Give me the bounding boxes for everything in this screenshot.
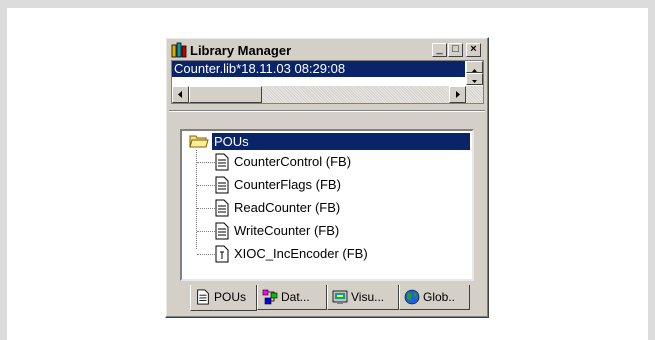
document-icon: [215, 222, 229, 240]
title-bar[interactable]: Library Manager _ □ ×: [169, 41, 485, 60]
tree-item-label: CounterControl (FB): [234, 154, 352, 169]
globe-icon: [404, 289, 420, 305]
object-tabs: POUs Dat... Visu... Glob..: [190, 285, 474, 311]
data-types-icon: [262, 289, 278, 305]
tree-item-counterflags[interactable]: CounterFlags (FB): [182, 174, 462, 196]
document-icon: [215, 176, 229, 194]
tree-connector: [197, 185, 215, 186]
tab-pous[interactable]: POUs: [190, 285, 257, 311]
tree-connector: [197, 231, 215, 232]
tree-item-label: WriteCounter (FB): [234, 223, 340, 238]
window-title: Library Manager: [190, 43, 292, 58]
tree-item-readcounter[interactable]: ReadCounter (FB): [182, 197, 462, 219]
maximize-button[interactable]: □: [448, 43, 463, 57]
tree-item-label: ReadCounter (FB): [234, 200, 341, 215]
library-list-hscroll[interactable]: [172, 86, 483, 103]
tab-label: Glob..: [423, 290, 456, 304]
tree-item-label: CounterFlags (FB): [234, 177, 341, 192]
document-icon: [215, 153, 229, 171]
tree-item-label: XIOC_IncEncoder (FB): [234, 246, 368, 261]
tab-label: Dat...: [281, 290, 310, 304]
tab-label: Visu...: [351, 290, 385, 304]
library-list-item-selected[interactable]: Counter.lib*18.11.03 08:29:08: [172, 61, 465, 77]
pou-tree[interactable]: POUs CounterControl (FB) CounterFlags (F…: [180, 129, 474, 281]
hscroll-thumb[interactable]: [189, 86, 262, 103]
document-icon: [215, 199, 229, 217]
tree-item-writecounter[interactable]: WriteCounter (FB): [182, 220, 462, 242]
close-button[interactable]: ×: [466, 43, 481, 57]
pane-splitter[interactable]: [169, 110, 485, 112]
tab-global-variables[interactable]: Glob..: [399, 285, 470, 310]
visualization-icon: [332, 290, 348, 304]
library-manager-window: Library Manager _ □ × Counter.lib*18.11.…: [165, 37, 489, 318]
tree-connector: [197, 208, 215, 209]
scroll-left-button[interactable]: [172, 86, 189, 103]
tree-connector: [197, 162, 215, 163]
tree-item-xioc-incencoder[interactable]: XIOC_IncEncoder (FB): [182, 243, 462, 265]
minimize-button[interactable]: _: [432, 43, 447, 57]
library-books-icon: [171, 42, 187, 58]
tree-item-countercontrol[interactable]: CounterControl (FB): [182, 151, 462, 173]
tree-connector: [197, 254, 215, 255]
document-icon: [197, 289, 209, 305]
tab-label: POUs: [214, 290, 247, 304]
library-list[interactable]: Counter.lib*18.11.03 08:29:08: [171, 60, 484, 104]
arrow-right-icon: [456, 91, 460, 98]
tab-visualizations[interactable]: Visu...: [327, 285, 399, 310]
scroll-right-button[interactable]: [449, 86, 466, 103]
scroll-down-button[interactable]: [466, 73, 483, 85]
tab-data-types[interactable]: Dat...: [257, 285, 327, 310]
tree-root-pous[interactable]: POUs: [186, 133, 470, 150]
arrow-left-icon: [178, 91, 182, 98]
library-list-vscroll[interactable]: [466, 61, 483, 85]
scroll-up-button[interactable]: [466, 61, 483, 73]
tree-root-label: POUs: [212, 133, 470, 150]
document-icon: [215, 245, 229, 263]
folder-open-icon: [189, 135, 209, 148]
